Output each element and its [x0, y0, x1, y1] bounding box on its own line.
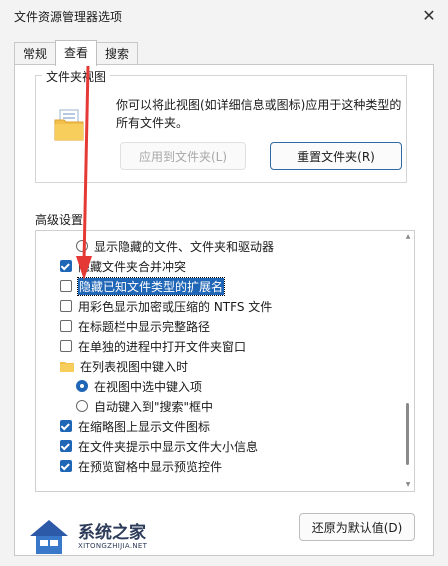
checkbox[interactable]: [60, 460, 72, 472]
checkbox[interactable]: [60, 320, 72, 332]
title-bar: 文件资源管理器选项 ✕: [0, 0, 448, 30]
watermark-name: 系统之家: [78, 523, 146, 543]
checkbox[interactable]: [60, 260, 72, 272]
list-item: 在列表视图中键入时: [60, 356, 188, 376]
list-item[interactable]: 自动键入到"搜索"框中: [76, 396, 213, 416]
tab-search[interactable]: 搜索: [96, 42, 139, 65]
checkbox[interactable]: [60, 340, 72, 352]
watermark-url: XITONGZHIJIA.NET: [78, 542, 148, 550]
checkbox[interactable]: [60, 420, 72, 432]
radio-button[interactable]: [76, 400, 88, 412]
folder-views-legend: 文件夹视图: [42, 68, 111, 85]
list-item-label: 在文件夹提示中显示文件大小信息: [78, 439, 259, 454]
watermark: 系统之家 XITONGZHIJIA.NET: [4, 512, 164, 562]
list-item-hide-extensions[interactable]: 隐藏已知文件类型的扩展名: [60, 276, 226, 296]
list-item-label: 隐藏文件夹合并冲突: [78, 259, 187, 274]
checkbox[interactable]: [60, 300, 72, 312]
apply-to-folders-button[interactable]: 应用到文件夹(L): [120, 142, 246, 170]
radio-button[interactable]: [76, 380, 88, 392]
list-scrollbar[interactable]: ▲ ▼: [404, 231, 412, 491]
advanced-settings-list[interactable]: 显示隐藏的文件、文件夹和驱动器 隐藏文件夹合并冲突 隐藏已知文件类型的扩展名 用…: [35, 230, 415, 492]
folder-views-description: 你可以将此视图(如详细信息或图标)应用于这种类型的所有文件夹。: [116, 98, 402, 130]
folder-views-group: 文件夹视图 你可以将此视图(如详细信息或图标)应用于这种类型的所有文件夹。 应用…: [35, 68, 407, 183]
tab-general[interactable]: 常规: [14, 42, 57, 65]
scroll-up-icon[interactable]: ▲: [404, 233, 412, 241]
view-tab-panel: 文件夹视图 你可以将此视图(如详细信息或图标)应用于这种类型的所有文件夹。 应用…: [14, 64, 434, 556]
list-item[interactable]: 用彩色显示加密或压缩的 NTFS 文件: [60, 296, 272, 316]
list-item[interactable]: 在缩略图上显示文件图标: [60, 416, 210, 436]
list-item[interactable]: 在视图中选中键入项: [76, 376, 202, 396]
list-item[interactable]: 在单独的进程中打开文件夹窗口: [60, 336, 246, 356]
folder-icon: [60, 361, 74, 372]
list-item[interactable]: 显示隐藏的文件、文件夹和驱动器: [76, 236, 274, 256]
list-item-label: 在列表视图中键入时: [80, 359, 189, 374]
folder-icon: [54, 109, 84, 141]
list-item-label: 在预览窗格中显示预览控件: [78, 459, 223, 474]
reset-folders-button[interactable]: 重置文件夹(R): [270, 142, 402, 170]
tab-view[interactable]: 查看: [55, 40, 98, 66]
list-item-label: 在标题栏中显示完整路径: [78, 319, 211, 334]
list-item-label: 自动键入到"搜索"框中: [94, 399, 214, 414]
list-item[interactable]: 在预览窗格中显示预览控件: [60, 456, 222, 476]
list-item-label: 在视图中选中键入项: [94, 379, 203, 394]
checkbox[interactable]: [60, 280, 72, 292]
radio-button[interactable]: [76, 240, 88, 252]
advanced-settings-label: 高级设置:: [35, 213, 88, 227]
close-icon[interactable]: ✕: [418, 4, 440, 26]
list-item-label: 在缩略图上显示文件图标: [78, 419, 211, 434]
list-item-label: 隐藏已知文件类型的扩展名: [76, 276, 226, 296]
list-item[interactable]: 在标题栏中显示完整路径: [60, 316, 210, 336]
scrollbar-thumb[interactable]: [406, 403, 409, 465]
list-item-label: 显示隐藏的文件、文件夹和驱动器: [94, 239, 275, 254]
list-item[interactable]: 在文件夹提示中显示文件大小信息: [60, 436, 258, 456]
list-item-label: 用彩色显示加密或压缩的 NTFS 文件: [78, 299, 273, 314]
window-title: 文件资源管理器选项: [14, 10, 123, 24]
scroll-down-icon[interactable]: ▼: [404, 481, 412, 489]
checkbox[interactable]: [60, 440, 72, 452]
list-item-label: 在单独的进程中打开文件夹窗口: [78, 339, 247, 354]
restore-defaults-button[interactable]: 还原为默认值(D): [299, 513, 415, 541]
tab-strip: 常规 查看 搜索: [14, 40, 139, 66]
list-item[interactable]: 隐藏文件夹合并冲突: [60, 256, 186, 276]
watermark-logo-icon: [30, 520, 68, 554]
